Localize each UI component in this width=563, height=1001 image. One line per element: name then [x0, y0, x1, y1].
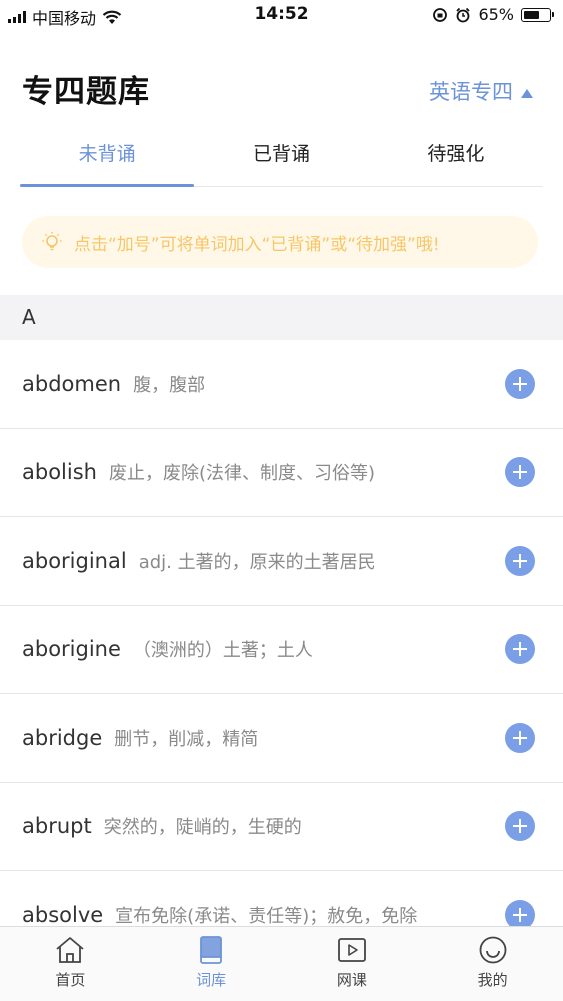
tab-recited[interactable]: 已背诵 — [194, 128, 368, 186]
word-meaning: 突然的，陡峭的，生硬的 — [103, 817, 302, 839]
tab-bar: 未背诵 已背诵 待强化 — [20, 128, 543, 187]
word-text: abolish — [22, 460, 97, 485]
page-title: 专四题库 — [22, 74, 150, 110]
word-row[interactable]: absolve 宣布免除(承诺、责任等)；赦免，免除 — [0, 871, 563, 926]
word-row[interactable]: abridge 删节，削减，精简 — [0, 694, 563, 783]
word-text: abridge — [22, 725, 103, 750]
nav-home-label: 首页 — [55, 971, 86, 989]
status-bar: 中国移动 14:52 65% — [0, 0, 563, 30]
word-meaning: 删节，削减，精简 — [114, 728, 259, 750]
word-meaning: 废止，废除(法律、制度、习俗等) — [108, 463, 376, 485]
add-word-button[interactable] — [505, 899, 535, 926]
section-header-letter: A — [0, 295, 563, 340]
bulb-icon — [42, 232, 62, 251]
word-meaning: 腹，腹部 — [133, 374, 206, 396]
nav-home[interactable]: 首页 — [0, 927, 141, 1001]
word-row[interactable]: aboriginal adj. 土著的，原来的土著居民 — [0, 517, 563, 606]
tab-unrecited[interactable]: 未背诵 — [20, 128, 195, 187]
word-text: abdomen — [22, 371, 122, 396]
nav-wordbank-label: 词库 — [196, 971, 227, 989]
word-row[interactable]: abrupt 突然的，陡峭的，生硬的 — [0, 783, 563, 871]
add-word-button[interactable] — [505, 545, 535, 576]
nav-courses[interactable]: 网课 — [282, 927, 423, 1001]
book-icon — [200, 936, 223, 964]
nav-profile[interactable]: 我的 — [422, 927, 563, 1001]
add-word-button[interactable] — [505, 457, 535, 488]
add-word-button[interactable] — [505, 634, 535, 665]
word-list[interactable]: abdomen 腹，腹部 abolish 废止，废除(法律、制度、习俗等) ab… — [0, 340, 563, 926]
word-text: aboriginal — [22, 548, 127, 573]
word-row[interactable]: abdomen 腹，腹部 — [0, 340, 563, 429]
add-word-button[interactable] — [505, 811, 535, 842]
nav-profile-label: 我的 — [477, 971, 508, 989]
word-meaning: （澳洲的）土著；土人 — [132, 640, 313, 662]
bottom-nav: 首页 词库 网课 我的 — [0, 926, 563, 1001]
rotation-lock-icon — [433, 7, 448, 22]
battery-percent: 65% — [478, 5, 514, 24]
level-selector[interactable]: 英语专四 — [429, 76, 533, 106]
alarm-icon — [456, 7, 471, 22]
status-right: 65% — [432, 5, 554, 24]
nav-courses-label: 网课 — [336, 971, 367, 989]
tab-to-strengthen[interactable]: 待强化 — [369, 128, 543, 186]
tip-text: 点击“加号”可将单词加入“已背诵”或“待加强”哦! — [74, 234, 440, 255]
add-word-button[interactable] — [505, 368, 535, 399]
word-meaning: 宣布免除(承诺、责任等)；赦免，免除 — [115, 905, 418, 926]
dropdown-triangle-icon — [521, 88, 533, 98]
profile-icon — [479, 936, 507, 964]
word-meaning: adj. 土著的，原来的土著居民 — [138, 551, 376, 573]
add-word-button[interactable] — [505, 722, 535, 753]
level-selector-label: 英语专四 — [429, 80, 513, 104]
tip-banner: 点击“加号”可将单词加入“已背诵”或“待加强”哦! — [22, 216, 538, 268]
word-text: abrupt — [22, 814, 92, 839]
battery-icon — [521, 7, 554, 22]
word-row[interactable]: aborigine （澳洲的）土著；土人 — [0, 606, 563, 694]
word-text: aborigine — [22, 637, 121, 662]
nav-wordbank[interactable]: 词库 — [141, 927, 282, 1001]
video-icon — [337, 938, 366, 962]
word-row[interactable]: abolish 废止，废除(法律、制度、习俗等) — [0, 429, 563, 517]
word-text: absolve — [22, 902, 104, 926]
home-icon — [56, 937, 84, 963]
